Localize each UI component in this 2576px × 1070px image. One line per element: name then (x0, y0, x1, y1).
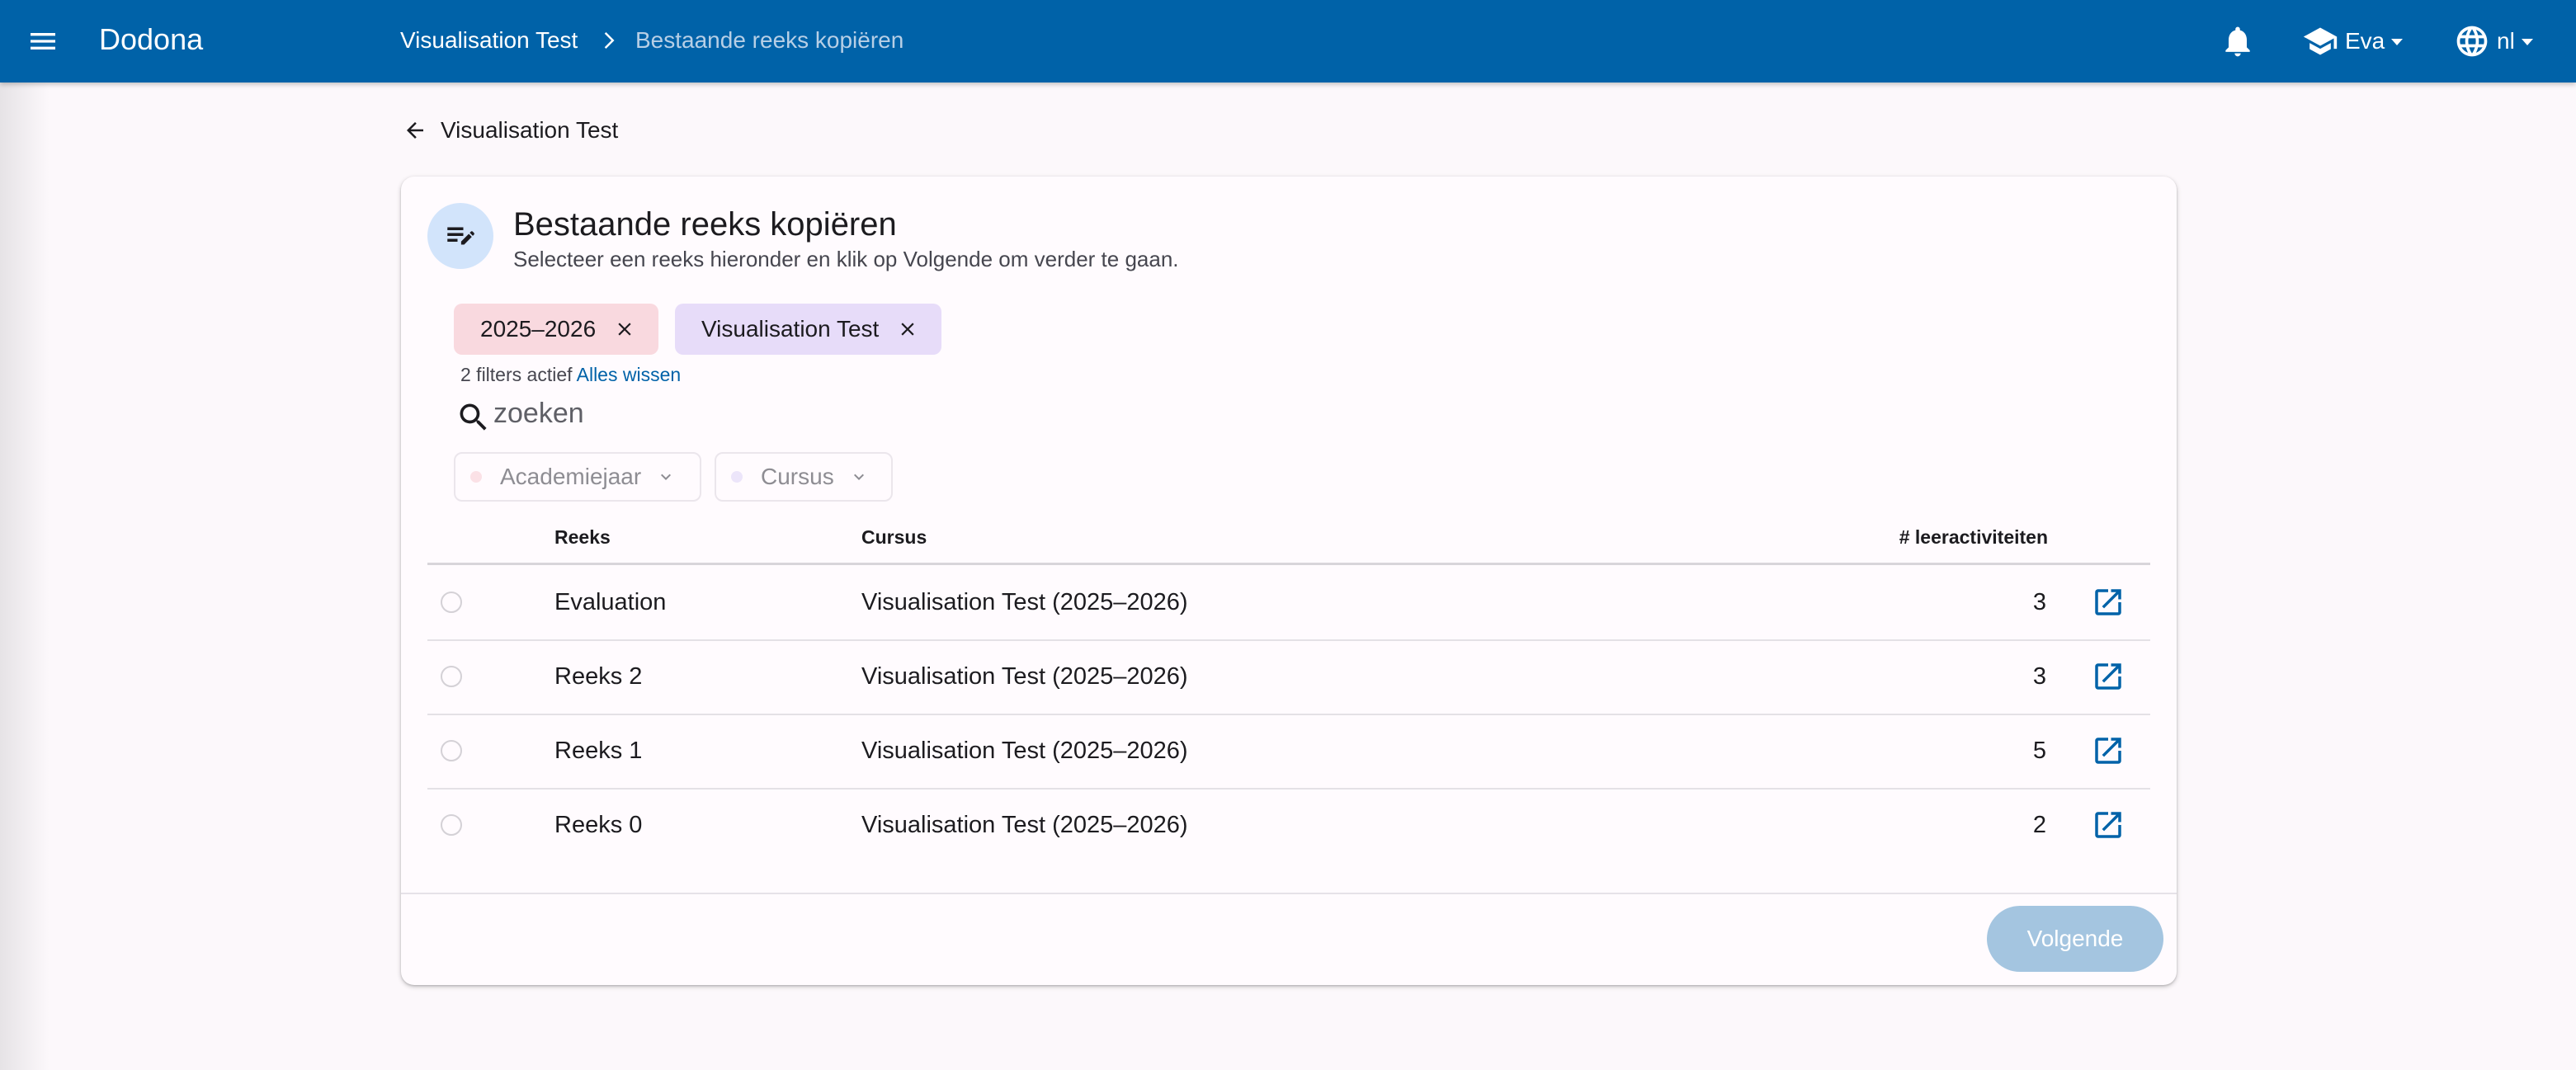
table-row[interactable]: Reeks 1 Visualisation Test (2025–2026) 5 (427, 714, 2150, 790)
row-radio[interactable] (441, 592, 462, 613)
filter-chip-year: 2025–2026 (454, 304, 659, 355)
course-name: Visualisation Test (2025–2026) (861, 738, 1188, 764)
arrow-left-icon (407, 122, 423, 139)
dropdown-label: Academiejaar (500, 464, 642, 489)
caret-down-icon (2521, 39, 2533, 45)
color-dot (470, 471, 482, 483)
activity-count: 5 (2032, 738, 2046, 764)
filter-chip-label: Visualisation Test (701, 316, 880, 342)
search-icon (460, 403, 487, 431)
table-row[interactable]: Reeks 2 Visualisation Test (2025–2026) 3 (427, 639, 2150, 715)
filter-status: 2 filters actief Alles wissen (460, 363, 681, 386)
open-in-new-icon[interactable] (2091, 733, 2125, 768)
academic-year-dropdown[interactable]: Academiejaar (454, 452, 701, 502)
course-dropdown[interactable]: Cursus (715, 452, 893, 502)
column-header-course: Cursus (861, 526, 927, 548)
page-shade (0, 82, 50, 1070)
language-menu[interactable]: nl (2454, 21, 2533, 61)
app-bar: Dodona Visualisation Test Bestaande reek… (0, 0, 2576, 82)
activity-count: 2 (2032, 812, 2046, 838)
course-name: Visualisation Test (2025–2026) (861, 812, 1188, 838)
breadcrumb-current: Bestaande reeks kopiëren (635, 27, 904, 53)
series-name: Reeks 2 (554, 663, 643, 690)
clear-filters-link[interactable]: Alles wissen (577, 364, 682, 385)
close-icon[interactable] (614, 318, 635, 340)
course-name: Visualisation Test (2025–2026) (861, 663, 1188, 690)
search-input[interactable] (493, 394, 1071, 432)
close-icon[interactable] (897, 318, 918, 340)
table-row[interactable]: Evaluation Visualisation Test (2025–2026… (427, 565, 2150, 641)
row-radio[interactable] (441, 814, 462, 836)
filter-count: 2 filters actief (460, 364, 573, 385)
breadcrumb-course[interactable]: Visualisation Test (400, 26, 578, 54)
series-name: Reeks 1 (554, 738, 643, 764)
card-footer-divider (401, 893, 2177, 894)
user-menu[interactable]: Eva (2302, 21, 2404, 61)
column-header-activities: # leeractiviteiten (1899, 526, 2048, 548)
card-subtitle: Selecteer een reeks hieronder en klik op… (513, 247, 1179, 271)
open-in-new-icon[interactable] (2091, 585, 2125, 620)
app-title[interactable]: Dodona (99, 21, 203, 58)
card-title: Bestaande reeks kopiëren (513, 206, 897, 243)
caret-down-icon (2391, 39, 2404, 45)
row-radio[interactable] (441, 666, 462, 687)
series-name: Evaluation (554, 589, 667, 615)
edit-list-icon-badge (427, 203, 493, 269)
open-in-new-icon[interactable] (2091, 659, 2125, 694)
copy-series-card: Bestaande reeks kopiëren Selecteer een r… (401, 177, 2177, 985)
next-button[interactable]: Volgende (1987, 906, 2163, 972)
chevron-right-icon (604, 32, 615, 49)
edit-list-icon (447, 227, 474, 245)
language-label: nl (2497, 28, 2515, 54)
notifications-bell-icon[interactable] (2220, 23, 2256, 59)
table-row[interactable]: Reeks 0 Visualisation Test (2025–2026) 2 (427, 788, 2150, 862)
series-name: Reeks 0 (554, 812, 643, 838)
filter-chip-label: 2025–2026 (480, 316, 597, 342)
table-header: Reeks Cursus # leeractiviteiten (427, 526, 2150, 565)
course-name: Visualisation Test (2025–2026) (861, 589, 1188, 615)
user-name: Eva (2345, 28, 2385, 54)
open-in-new-icon[interactable] (2091, 808, 2125, 842)
activity-count: 3 (2032, 663, 2046, 690)
back-link[interactable]: Visualisation Test (403, 117, 618, 144)
row-radio[interactable] (441, 740, 462, 761)
filter-chip-course: Visualisation Test (675, 304, 942, 355)
dropdown-label: Cursus (761, 464, 834, 489)
column-header-series: Reeks (554, 526, 611, 548)
color-dot (731, 471, 743, 483)
back-link-label: Visualisation Test (441, 117, 619, 143)
chevron-down-icon (661, 474, 672, 480)
globe-icon (2456, 26, 2488, 57)
graduation-cap-icon (2303, 27, 2338, 55)
hamburger-menu-icon[interactable] (26, 25, 59, 58)
activity-count: 3 (2032, 589, 2046, 615)
chevron-down-icon (853, 474, 864, 480)
